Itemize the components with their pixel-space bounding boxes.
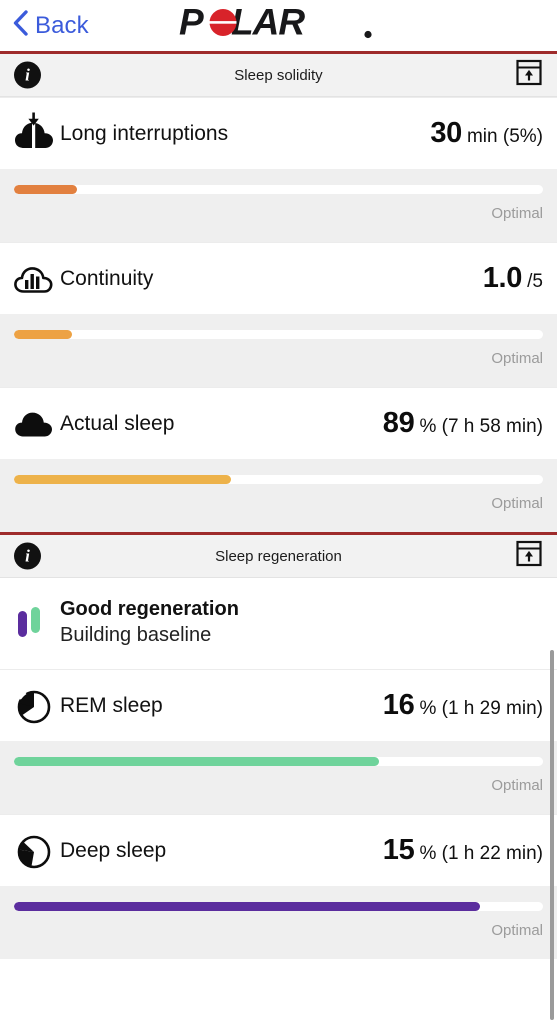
metric-actual-sleep[interactable]: Actual sleep 89 % (7 h 58 min) Optimal [0,387,557,532]
info-icon[interactable]: i [14,542,41,570]
collapse-panel-icon[interactable] [515,59,543,92]
metric-progress-area: Optimal [0,886,557,959]
metric-label: REM sleep [60,693,163,717]
section-title: Sleep regeneration [215,547,342,565]
progress-caption: Optimal [491,350,543,367]
metric-unit: % (1 h 29 min) [419,698,543,719]
metric-value: 1.0 /5 [483,262,543,295]
navigation-bar: Back P LAR [0,0,557,51]
metric-number: 89 [382,407,415,439]
progress-track [14,185,543,194]
metric-value: 15 % (1 h 22 min) [383,834,543,867]
metric-label: Long interruptions [60,121,229,145]
progress-fill [14,475,231,484]
progress-track [14,757,543,766]
progress-track [14,902,543,911]
cloud-bars-icon [14,263,60,295]
progress-fill [14,757,379,766]
vertical-scrollbar[interactable] [550,650,554,1020]
metric-unit: min (5%) [466,126,543,147]
section-header-sleep-regeneration: i Sleep regeneration [0,535,557,578]
section-header-sleep-solidity: i Sleep solidity [0,54,557,97]
metric-progress-area: Optimal [0,741,557,814]
two-bars-icon [14,603,60,643]
collapse-panel-icon[interactable] [515,540,543,573]
section-title: Sleep solidity [234,66,323,84]
metric-value: 89 % (7 h 58 min) [383,407,543,440]
metric-header-row: REM sleep 16 % (1 h 29 min) [0,669,557,741]
metric-rem-sleep[interactable]: REM sleep 16 % (1 h 29 min) Optimal [0,669,557,814]
metric-unit: % (1 h 22 min) [419,843,543,864]
back-label: Back [35,11,89,39]
rem-sleep-pie-icon [14,686,60,726]
metric-number: 16 [382,689,415,721]
metric-progress-area: Optimal [0,314,557,387]
regeneration-summary[interactable]: Good regeneration Building baseline [0,578,557,669]
svg-text:LAR: LAR [231,4,305,42]
metric-unit: /5 [527,271,543,292]
metric-label: Deep sleep [60,838,167,862]
metric-value: 30 min (5%) [430,117,543,150]
metric-number: 15 [382,834,415,866]
progress-fill [14,330,73,339]
metric-progress-area: Optimal [0,459,557,532]
progress-track [14,475,543,484]
back-button[interactable]: Back [12,9,89,42]
regeneration-subtitle: Building baseline [60,624,212,646]
chevron-left-icon [12,9,29,42]
polar-logo: P LAR [179,1,379,47]
metric-number: 1.0 [482,262,523,294]
progress-caption: Optimal [491,777,543,794]
metric-label: Actual sleep [60,411,175,435]
metric-header-row: Actual sleep 89 % (7 h 58 min) [0,387,557,459]
progress-track [14,330,543,339]
metric-unit: % (7 h 58 min) [419,416,543,437]
progress-caption: Optimal [491,495,543,512]
deep-sleep-pie-icon [14,831,60,871]
progress-caption: Optimal [491,922,543,939]
metric-deep-sleep[interactable]: Deep sleep 15 % (1 h 22 min) Optimal [0,814,557,959]
regeneration-title: Good regeneration [60,598,239,620]
progress-fill [14,902,480,911]
cloud-filled-icon [14,408,60,440]
sleep-details-screen: Back P LAR i Sleep solidity Long interru… [0,0,557,1024]
svg-text:P: P [179,4,204,42]
progress-fill [14,185,78,194]
metric-progress-area: Optimal [0,169,557,242]
metric-value: 16 % (1 h 29 min) [383,689,543,722]
metric-header-row: Deep sleep 15 % (1 h 22 min) [0,814,557,886]
metric-header-row: Long interruptions 30 min (5%) [0,97,557,169]
cloud-split-arrow-icon [14,112,60,156]
metric-continuity[interactable]: Continuity 1.0 /5 Optimal [0,242,557,387]
metric-number: 30 [430,117,462,149]
progress-caption: Optimal [491,205,543,222]
metric-label: Continuity [60,266,154,290]
regeneration-text: Good regeneration Building baseline [60,596,239,649]
info-icon[interactable]: i [14,61,41,89]
metric-header-row: Continuity 1.0 /5 [0,242,557,314]
metric-long-interruptions[interactable]: Long interruptions 30 min (5%) Optimal [0,97,557,242]
